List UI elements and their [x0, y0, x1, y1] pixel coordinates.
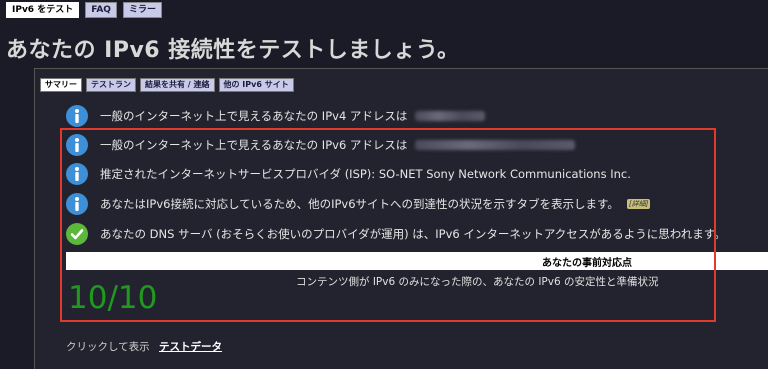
highlight-box [60, 128, 716, 322]
tab-faq[interactable]: FAQ [85, 2, 117, 18]
tab-other-ipv6-sites[interactable]: 他の IPv6 サイト [218, 78, 294, 92]
info-icon [66, 105, 88, 127]
tab-summary[interactable]: サマリー [40, 78, 82, 92]
row-text: 一般のインターネット上で見えるあなたの IPv4 アドレスは [100, 109, 408, 123]
page-title: あなたの IPv6 接続性をテストしましょう。 [6, 38, 460, 63]
tab-mirror[interactable]: ミラー [122, 2, 162, 18]
top-nav: IPv6 をテスト FAQ ミラー [6, 2, 162, 18]
sub-nav: サマリー テストラン 結果を共有 / 連絡 他の IPv6 サイト [40, 78, 294, 92]
redacted-ipv4 [415, 111, 486, 121]
tab-test-run[interactable]: テストラン [86, 78, 136, 92]
ipv4-address-row: 一般のインターネット上で見えるあなたの IPv4 アドレスは [66, 103, 486, 129]
footer-prefix: クリックして表示 [66, 341, 150, 353]
footer: クリックして表示 テストデータ [66, 339, 222, 354]
test-data-link[interactable]: テストデータ [159, 341, 222, 353]
tab-share-results[interactable]: 結果を共有 / 連絡 [140, 78, 215, 92]
tab-test-ipv6[interactable]: IPv6 をテスト [6, 2, 80, 18]
